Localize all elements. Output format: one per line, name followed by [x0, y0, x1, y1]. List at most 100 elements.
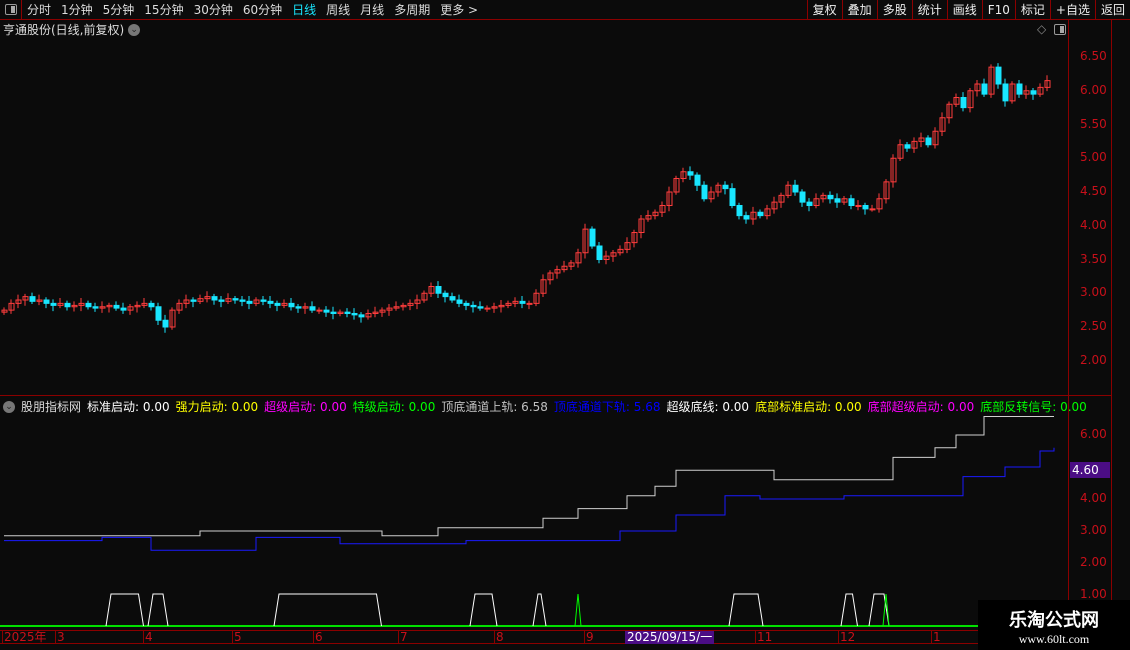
- candle-body: [442, 292, 449, 298]
- toolbar: 分时 1分钟 5分钟 15分钟 30分钟 60分钟 日线 周线 月线 多周期 更多 > 复权 叠加 多股…: [0, 0, 1130, 20]
- candle-body: [113, 304, 120, 309]
- candle-body: [344, 311, 351, 314]
- candle-body: [687, 171, 694, 176]
- price-axis-label: 5.00: [1080, 150, 1107, 165]
- candle-body: [330, 311, 337, 314]
- candle-body: [848, 198, 855, 206]
- candle-body: [64, 302, 71, 308]
- signal-pulse: [840, 593, 858, 627]
- candle-body: [120, 307, 127, 311]
- candle-body: [92, 306, 99, 309]
- candle-body: [29, 296, 36, 302]
- date-axis: 2025/09/15/一 2025年 3 4 5 6 7 8 9 11 12 1: [0, 630, 1070, 644]
- side-panel-divider: [1111, 20, 1112, 630]
- indicator-axis-label: 3.00: [1080, 523, 1107, 537]
- candle-body: [925, 137, 932, 146]
- date-label: 6: [313, 630, 323, 644]
- candle-body: [904, 144, 911, 149]
- candle-body: [190, 299, 197, 302]
- signal-pulse: [105, 593, 144, 627]
- toolbar-button[interactable]: 返回: [1094, 0, 1130, 20]
- candle-body: [736, 205, 743, 217]
- indicator-axis-label: 4.00: [1080, 491, 1107, 505]
- candle-body: [477, 306, 484, 309]
- toolbar-button[interactable]: +自选: [1049, 0, 1095, 20]
- price-axis-label: 6.00: [1080, 82, 1107, 97]
- indicator-value: 底部超级启动: 0.00: [867, 400, 975, 414]
- dropdown-icon[interactable]: ⌄: [128, 23, 141, 36]
- watermark: 乐淘公式网 www.60lt.com: [978, 600, 1130, 650]
- toolbar-button[interactable]: 叠加: [841, 0, 877, 20]
- date-label: 1: [931, 630, 941, 644]
- indicator-value: 超级底线: 0.00: [666, 400, 750, 414]
- date-label: 9: [584, 630, 594, 644]
- pane-separator[interactable]: [0, 395, 1111, 396]
- candle-body: [218, 299, 225, 302]
- date-label: 5: [232, 630, 242, 644]
- toolbar-button[interactable]: 画线: [946, 0, 982, 20]
- period-tab[interactable]: 60分钟: [238, 1, 287, 18]
- candle-body: [295, 306, 302, 309]
- period-tab[interactable]: 15分钟: [139, 1, 188, 18]
- period-tab[interactable]: 1分钟: [56, 1, 98, 18]
- candle-body: [855, 205, 862, 207]
- date-label: 11: [755, 630, 773, 644]
- indicator-value: 标准启动: 0.00: [87, 400, 170, 414]
- period-tab[interactable]: 5分钟: [98, 1, 140, 18]
- toolbar-button[interactable]: 多股: [876, 0, 912, 20]
- period-tab[interactable]: 分时: [22, 1, 56, 18]
- toolbar-button[interactable]: 统计: [911, 0, 947, 20]
- candle-body: [309, 306, 316, 311]
- price-tag: 4.60: [1070, 462, 1110, 478]
- sidebar-toggle-button[interactable]: [0, 0, 22, 20]
- candle-body: [827, 194, 834, 200]
- period-tab[interactable]: 日线: [287, 1, 321, 18]
- date-label: 4: [143, 630, 153, 644]
- chart-title: 亨通股份(日线,前复权) ⌄: [3, 21, 141, 38]
- price-axis-label: 3.00: [1080, 285, 1107, 300]
- candle-body: [463, 302, 470, 306]
- toolbar-button[interactable]: 复权: [806, 0, 842, 20]
- indicator-value: 强力启动: 0.00: [175, 400, 259, 414]
- candle-body: [316, 309, 323, 312]
- watermark-title: 乐淘公式网: [1009, 610, 1099, 631]
- period-tab[interactable]: 月线: [355, 1, 389, 18]
- date-label: 12: [838, 630, 856, 644]
- toolbar-button[interactable]: 标记: [1014, 0, 1050, 20]
- candle-body: [85, 302, 92, 308]
- indicator-name[interactable]: 股朋指标网: [21, 398, 81, 415]
- price-chart[interactable]: [0, 0, 1130, 650]
- toolbar-button[interactable]: F10: [981, 0, 1015, 20]
- period-tab[interactable]: 30分钟: [189, 1, 238, 18]
- candle-body: [960, 97, 967, 109]
- candle-body: [806, 201, 813, 206]
- candle-body: [43, 299, 50, 304]
- lower-channel-line: [4, 447, 1055, 551]
- date-label: 8: [494, 630, 504, 644]
- period-tab[interactable]: 更多 >: [435, 1, 483, 18]
- indicator-menu-icon[interactable]: ⌄: [3, 400, 15, 413]
- indicator-value: 特级启动: 0.00: [352, 400, 436, 414]
- signal-pulse: [469, 593, 498, 627]
- candle-body: [288, 302, 295, 308]
- candle-body: [729, 188, 736, 206]
- candle-body: [743, 215, 750, 220]
- signal-pulse: [147, 593, 169, 627]
- candle-body: [1002, 83, 1009, 102]
- price-axis-label: 4.50: [1080, 184, 1107, 198]
- candle-body: [799, 191, 806, 203]
- stock-title: 亨通股份(日线,前复权): [3, 23, 125, 37]
- candle-body: [239, 299, 246, 302]
- candle-body: [260, 299, 267, 302]
- candle-body: [596, 245, 603, 260]
- price-axis-label: 2.00: [1080, 352, 1107, 367]
- candle-body: [358, 314, 365, 318]
- candle-body: [267, 300, 274, 304]
- candle-body: [435, 286, 442, 294]
- period-tab[interactable]: 周线: [321, 1, 355, 18]
- diamond-icon[interactable]: ◇: [1037, 22, 1046, 36]
- period-tab[interactable]: 多周期: [389, 1, 435, 18]
- indicator-value: 顶底通道上轨: 6.58: [441, 400, 548, 414]
- panel-toggle-icon[interactable]: [1054, 24, 1066, 35]
- candle-body: [211, 296, 218, 301]
